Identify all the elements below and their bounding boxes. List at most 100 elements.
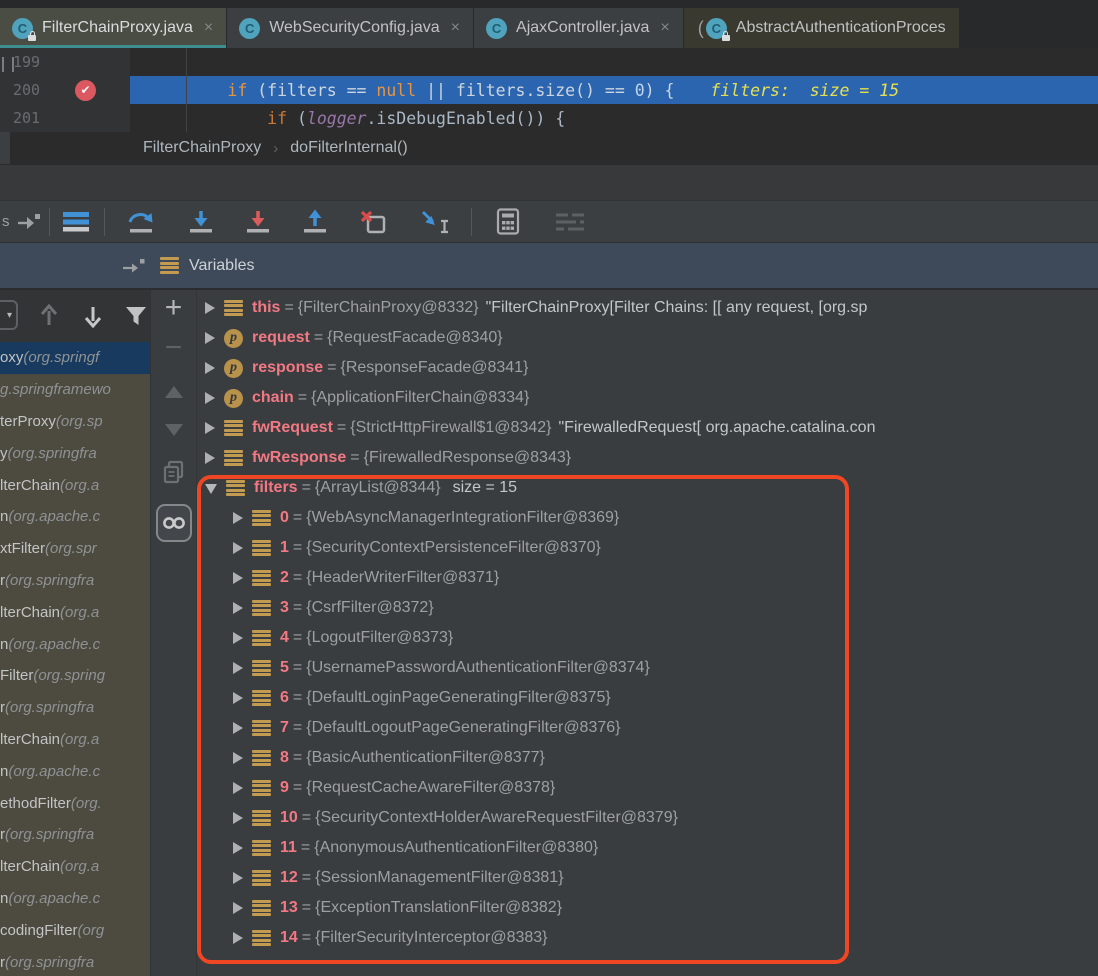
chevron-right-icon[interactable] — [233, 842, 243, 854]
stack-frame-row[interactable]: oxy (org.springf — [0, 342, 150, 374]
variable-row[interactable]: pchain={ApplicationFilterChain@8334} — [197, 383, 1098, 413]
variable-row[interactable]: presponse={ResponseFacade@8341} — [197, 353, 1098, 383]
stack-frame-row[interactable]: g.springframewo — [0, 374, 150, 406]
close-icon[interactable]: × — [660, 20, 669, 36]
variable-row[interactable]: 2={HeaderWriterFilter@8371} — [197, 563, 1098, 593]
hide-library-frames-filter-icon[interactable] — [124, 304, 148, 328]
stack-frame-row[interactable]: r (org.springfra — [0, 946, 150, 976]
chevron-right-icon[interactable] — [205, 362, 215, 374]
stack-frame-row[interactable]: lterChain (org.a — [0, 469, 150, 501]
close-icon[interactable]: × — [451, 20, 460, 36]
stack-frame-row[interactable]: lterChain (org.a — [0, 724, 150, 756]
tool-window-title[interactable]: Variables — [189, 257, 255, 275]
chevron-right-icon[interactable] — [233, 902, 243, 914]
step-out-icon[interactable] — [303, 209, 327, 235]
stack-frame-row[interactable]: r (org.springfra — [0, 819, 150, 851]
frame-up-icon[interactable] — [38, 304, 60, 328]
chevron-right-icon[interactable] — [233, 512, 243, 524]
chevron-right-icon[interactable] — [233, 602, 243, 614]
stack-frame-row[interactable]: n (org.apache.c — [0, 755, 150, 787]
breadcrumb-method[interactable]: doFilterInternal() — [290, 139, 407, 157]
run-to-cursor-icon[interactable] — [421, 209, 449, 235]
variable-row[interactable]: 7={DefaultLogoutPageGeneratingFilter@837… — [197, 713, 1098, 743]
code-line[interactable]: if (filters == null || filters.size() ==… — [130, 76, 1098, 104]
stack-frame-row[interactable]: lterChain (org.a — [0, 596, 150, 628]
variable-row[interactable]: 5={UsernamePasswordAuthenticationFilter@… — [197, 653, 1098, 683]
editor-line[interactable]: 200 if (filters == null || filters.size(… — [0, 76, 1098, 104]
step-into-icon[interactable] — [189, 209, 213, 235]
stack-frame-row[interactable]: terProxy (org.sp — [0, 406, 150, 438]
chevron-down-icon[interactable] — [205, 484, 217, 494]
chevron-right-icon[interactable] — [205, 422, 215, 434]
stack-frame-row[interactable]: Filter (org.spring — [0, 660, 150, 692]
stack-frame-row[interactable]: codingFilter (org — [0, 914, 150, 946]
editor-line[interactable]: 199 — [0, 48, 1098, 76]
editor-tab[interactable]: CAjaxController.java× — [474, 8, 683, 48]
stack-frame-row[interactable]: n (org.apache.c — [0, 883, 150, 915]
stack-frame-row[interactable]: r (org.springfra — [0, 692, 150, 724]
variable-row[interactable]: 1={SecurityContextPersistenceFilter@8370… — [197, 533, 1098, 563]
variable-row[interactable]: filters={ArrayList@8344}size = 15 — [197, 473, 1098, 503]
drop-frame-icon[interactable] — [359, 209, 387, 235]
editor-tab[interactable]: CFilterChainProxy.java× — [0, 8, 226, 48]
show-watches-toggle[interactable] — [156, 504, 192, 542]
variable-row[interactable]: 14={FilterSecurityInterceptor@8383} — [197, 923, 1098, 953]
trace-settings-icon[interactable] — [555, 212, 585, 232]
variable-row[interactable]: 3={CsrfFilter@8372} — [197, 593, 1098, 623]
chevron-right-icon[interactable] — [233, 542, 243, 554]
variable-row[interactable]: 13={ExceptionTranslationFilter@8382} — [197, 893, 1098, 923]
chevron-right-icon[interactable] — [205, 452, 215, 464]
stack-frame-row[interactable]: ethodFilter (org. — [0, 787, 150, 819]
thread-selector-dropdown[interactable]: ▾ — [0, 300, 18, 330]
step-over-icon[interactable] — [127, 209, 155, 235]
move-down-button[interactable] — [165, 424, 183, 436]
variable-row[interactable]: 9={RequestCacheAwareFilter@8378} — [197, 773, 1098, 803]
chevron-right-icon[interactable] — [233, 812, 243, 824]
stack-frame-row[interactable]: n (org.apache.c — [0, 628, 150, 660]
editor-gutter[interactable]: 200 — [0, 76, 130, 104]
variable-row[interactable]: 4={LogoutFilter@8373} — [197, 623, 1098, 653]
variable-row[interactable]: 0={WebAsyncManagerIntegrationFilter@8369… — [197, 503, 1098, 533]
editor-gutter[interactable]: 199 — [0, 48, 130, 76]
close-icon[interactable]: × — [204, 20, 213, 36]
stack-frame-row[interactable]: xtFilter (org.spr — [0, 533, 150, 565]
chevron-right-icon[interactable] — [233, 662, 243, 674]
chevron-right-icon[interactable] — [233, 632, 243, 644]
force-step-into-icon[interactable] — [246, 209, 270, 235]
code-line[interactable] — [130, 48, 1098, 76]
variable-row[interactable]: 10={SecurityContextHolderAwareRequestFil… — [197, 803, 1098, 833]
variable-row[interactable]: 8={BasicAuthenticationFilter@8377} — [197, 743, 1098, 773]
chevron-right-icon[interactable] — [205, 332, 215, 344]
show-execution-point-icon[interactable] — [16, 212, 40, 232]
variable-row[interactable]: 12={SessionManagementFilter@8381} — [197, 863, 1098, 893]
variable-row[interactable]: this={FilterChainProxy@8332}"FilterChain… — [197, 293, 1098, 323]
frame-down-icon[interactable] — [82, 304, 104, 328]
pin-to-frame-icon[interactable] — [122, 257, 146, 275]
chevron-right-icon[interactable] — [233, 872, 243, 884]
code-editor[interactable]: 199200 if (filters == null || filters.si… — [0, 48, 1098, 132]
move-up-button[interactable] — [165, 386, 183, 398]
variable-row[interactable]: 11={AnonymousAuthenticationFilter@8380} — [197, 833, 1098, 863]
variable-row[interactable]: fwResponse={FirewalledResponse@8343} — [197, 443, 1098, 473]
breadcrumb-class[interactable]: FilterChainProxy — [143, 139, 261, 157]
stack-frame-row[interactable]: y (org.springfra — [0, 437, 150, 469]
breakpoint-icon[interactable] — [75, 80, 96, 101]
chevron-right-icon[interactable] — [205, 302, 215, 314]
duplicate-watch-icon[interactable] — [163, 460, 185, 484]
code-line[interactable]: if (logger.isDebugEnabled()) { — [130, 104, 1098, 132]
stack-frame-row[interactable]: r (org.springfra — [0, 565, 150, 597]
variable-row[interactable]: 6={DefaultLoginPageGeneratingFilter@8375… — [197, 683, 1098, 713]
chevron-right-icon[interactable] — [233, 782, 243, 794]
chevron-right-icon[interactable] — [233, 722, 243, 734]
stepping-lines-icon[interactable] — [62, 211, 90, 233]
variable-row[interactable]: prequest={RequestFacade@8340} — [197, 323, 1098, 353]
chevron-right-icon[interactable] — [233, 752, 243, 764]
add-watch-button[interactable]: + — [165, 294, 183, 322]
editor-tab[interactable]: CWebSecurityConfig.java× — [227, 8, 473, 48]
chevron-right-icon[interactable] — [205, 392, 215, 404]
stack-frame-row[interactable]: n (org.apache.c — [0, 501, 150, 533]
evaluate-expression-icon[interactable] — [496, 208, 520, 235]
stack-frame-row[interactable]: lterChain (org.a — [0, 851, 150, 883]
editor-tab[interactable]: (CAbstractAuthenticationProces — [684, 8, 959, 48]
chevron-right-icon[interactable] — [233, 932, 243, 944]
